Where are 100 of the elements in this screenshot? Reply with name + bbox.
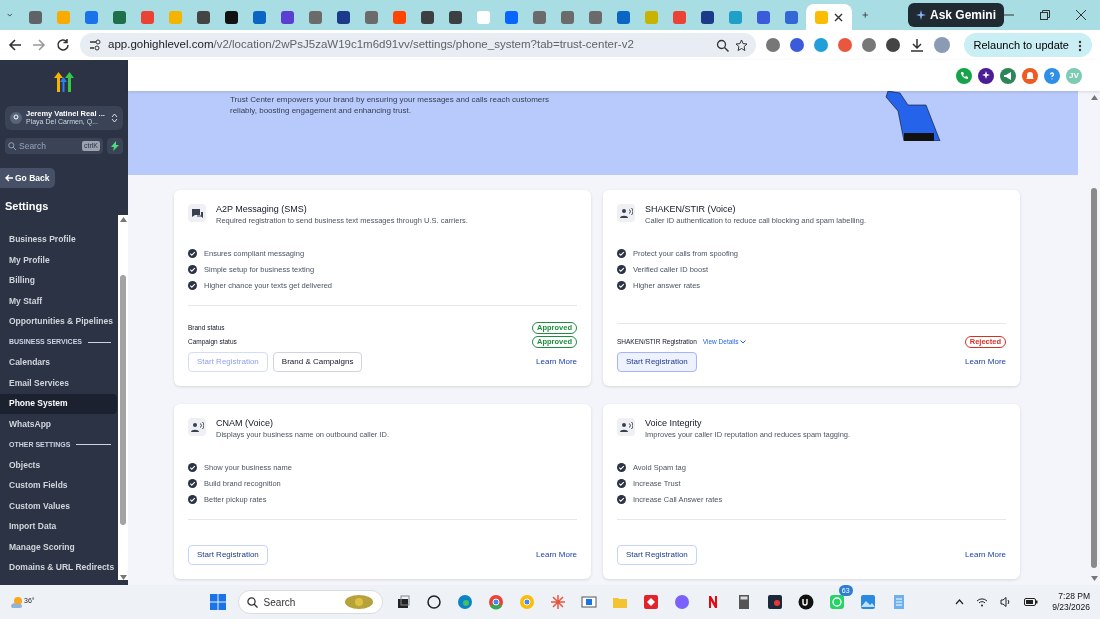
bell-button[interactable] <box>1022 67 1038 84</box>
more-icon[interactable] <box>1078 39 1082 52</box>
check-circle-icon <box>617 249 626 259</box>
go-back-button[interactable]: Go Back <box>0 168 55 188</box>
sidebar-item[interactable]: Phone System <box>0 393 117 414</box>
scroll-up-icon[interactable] <box>119 216 127 222</box>
check-circle-icon <box>617 479 626 489</box>
close-icon[interactable] <box>1076 10 1086 20</box>
close-icon[interactable] <box>833 12 843 22</box>
scrollbar[interactable] <box>118 215 128 580</box>
scroll-down-icon[interactable] <box>119 574 127 580</box>
sidebar-item[interactable]: Calendars <box>0 352 117 373</box>
card-title: A2P Messaging (SMS) <box>216 204 308 215</box>
card-title: CNAM (Voice) <box>216 418 274 429</box>
check-circle-icon <box>188 479 197 489</box>
scroll-down-icon[interactable] <box>1090 576 1098 581</box>
chevron-down-icon <box>740 339 747 344</box>
check-circle-icon <box>188 495 197 505</box>
sidebar-item[interactable]: Opportunities & Pipelines <box>0 311 117 332</box>
forward-icon[interactable] <box>32 38 46 52</box>
quick-action-button[interactable] <box>107 138 123 154</box>
learn-more-link[interactable]: Learn More <box>536 549 577 561</box>
check-circle-icon <box>188 249 197 259</box>
check-circle-icon <box>188 265 197 275</box>
sidebar-item[interactable]: Domains & URL Redirects <box>0 557 117 578</box>
settings-title: Settings <box>5 199 50 214</box>
sidebar-item[interactable]: Custom Fields <box>0 475 117 496</box>
logo-icon <box>53 70 75 92</box>
clock-date: 9/23/2026 <box>1052 602 1090 614</box>
sidebar-item[interactable]: Objects <box>0 455 117 476</box>
search-highlight-drawing <box>343 594 374 610</box>
zoom-icon[interactable] <box>716 38 729 52</box>
chrome-icon <box>518 594 535 610</box>
check-circle-icon <box>188 281 197 291</box>
sidebar-item[interactable]: WhatsApp <box>0 414 117 435</box>
battery-icon[interactable] <box>1024 598 1039 606</box>
sidebar-item[interactable]: Email Services <box>0 373 117 394</box>
back-icon[interactable] <box>8 38 22 52</box>
chevron-up-icon[interactable] <box>955 599 965 605</box>
person-sound-icon <box>190 420 204 434</box>
clock-time: 7:28 PM <box>1057 590 1090 602</box>
check-circle-icon <box>617 265 626 275</box>
sidebar-item[interactable]: Billing <box>0 270 117 291</box>
profile-avatar[interactable] <box>934 37 950 53</box>
learn-more-link[interactable]: Learn More <box>965 549 1006 561</box>
search-icon <box>246 596 258 608</box>
learn-more-link[interactable]: Learn More <box>965 356 1006 368</box>
star-icon[interactable] <box>735 38 748 52</box>
address-bar[interactable]: app.gohighlevel.com/v2/location/2wPsJ5zaW19c1m6d91vv/settings/phone_system?tab=trust-center-v2 <box>80 33 756 57</box>
weather-icon <box>10 596 24 608</box>
check-circle-icon <box>617 495 626 505</box>
sidebar-item[interactable]: Custom Values <box>0 496 117 517</box>
ask-gemini-button[interactable]: Ask Gemini <box>907 3 1004 27</box>
learn-more-link[interactable]: Learn More <box>536 356 577 368</box>
phone-button[interactable] <box>956 67 972 84</box>
registration-button[interactable]: Start Registration <box>617 352 697 372</box>
sidebar-item[interactable]: My Staff <box>0 291 117 312</box>
relaunch-button[interactable]: Relaunch to update <box>963 32 1092 58</box>
scroll-up-icon[interactable] <box>1090 95 1098 100</box>
reload-icon[interactable] <box>56 38 70 52</box>
person-sound-icon <box>619 420 633 434</box>
site-settings-icon[interactable] <box>88 38 102 52</box>
megaphone-icon <box>1002 69 1014 82</box>
search-placeholder: Search <box>19 139 47 153</box>
wifi-icon[interactable] <box>976 597 989 607</box>
registration-button[interactable]: Start Registration <box>617 545 697 565</box>
windows-icon <box>209 594 226 610</box>
sidebar-item[interactable]: Import Data <box>0 516 117 537</box>
card-title: Voice Integrity <box>645 418 703 429</box>
up-logo-icon <box>797 594 814 610</box>
registration-button[interactable]: Brand & Campaigns <box>272 352 363 372</box>
whatsapp-icon <box>828 594 845 610</box>
chat-icon <box>190 206 204 220</box>
sparkle-button[interactable] <box>978 67 994 84</box>
check-circle-icon <box>617 463 626 473</box>
sidebar-item[interactable]: Manage Scoring <box>0 537 117 558</box>
chevron-icon <box>111 113 118 123</box>
edge-icon <box>456 594 473 610</box>
url-text: app.gohighlevel.com/v2/location/2wPsJ5zaW19c1m6d91vv/settings/phone_system?tab=trust-center-v2 <box>108 37 635 53</box>
check-circle-icon <box>188 463 197 473</box>
search-icon <box>8 142 16 150</box>
taskbar-search[interactable]: Search <box>237 590 383 614</box>
card-title: SHAKEN/STIR (Voice) <box>645 204 737 215</box>
window-icon <box>580 594 597 610</box>
download-icon[interactable] <box>910 38 924 52</box>
arrow-left-icon <box>5 174 13 182</box>
person-sound-icon <box>619 206 633 220</box>
sparkle-icon <box>915 10 926 20</box>
sidebar-item[interactable]: My Profile <box>0 250 117 271</box>
lightning-icon <box>111 141 119 151</box>
sidebar-item[interactable]: Business Profile <box>0 229 117 250</box>
chrome-icon <box>487 594 504 610</box>
help-button[interactable] <box>1044 67 1060 84</box>
bell-icon <box>1024 69 1036 82</box>
megaphone-button[interactable] <box>1000 67 1016 84</box>
registration-button[interactable]: Start Registration <box>188 545 268 565</box>
phone-icon <box>958 69 970 82</box>
new-tab-icon[interactable] <box>861 9 868 21</box>
game-icon <box>766 594 783 610</box>
restore-icon[interactable] <box>1040 10 1050 20</box>
